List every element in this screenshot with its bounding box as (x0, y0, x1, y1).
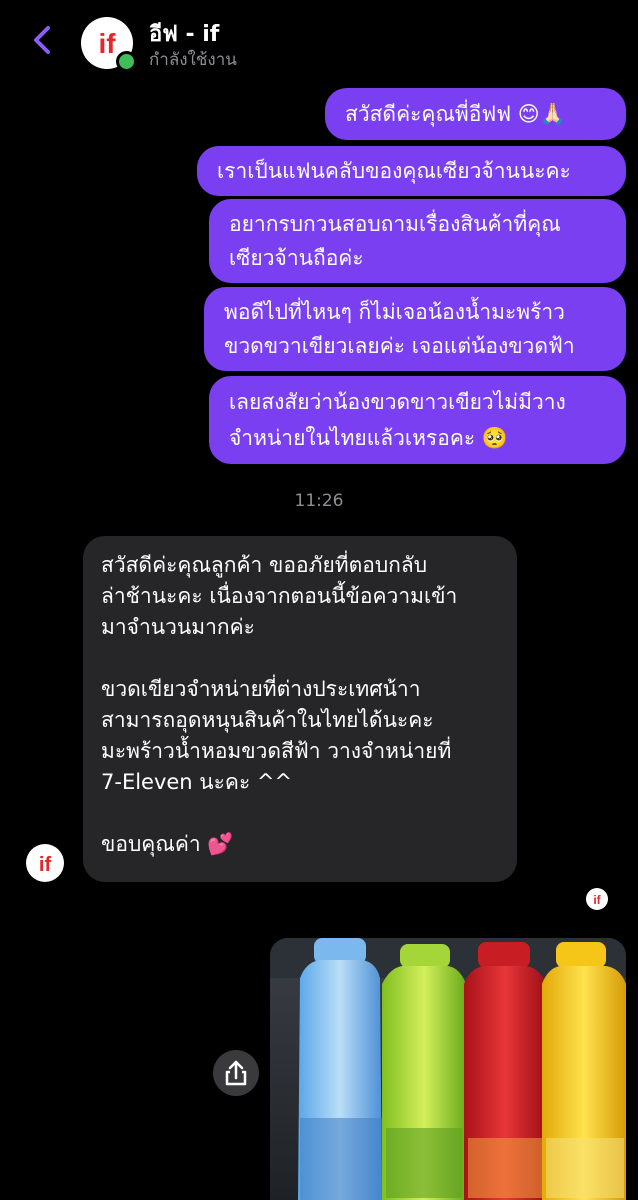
message-text: เราเป็นแฟนคลับของคุณเซียวจ้านนะคะ (217, 159, 571, 183)
message-timestamp: 11:26 (294, 491, 344, 511)
product-bottles-image (270, 938, 626, 1200)
outgoing-message[interactable]: พอดีไปที่ไหนๆ ก็ไม่เจอน้องน้ำมะพร้าว ขวด… (204, 287, 626, 371)
message-line: 7-Eleven นะคะ ^^ (101, 770, 293, 794)
shared-photo[interactable] (270, 938, 626, 1200)
message-line: มาจำนวนมากค่ะ (101, 615, 255, 639)
message-text: ขวดขวาเขียวเลยค่ะ เจอแต่น้องขวดฟ้า (224, 334, 575, 358)
message-text: จำหน่ายในไทยแล้วเหรอคะ 🥺 (229, 426, 508, 450)
back-arrow-icon[interactable] (26, 22, 60, 58)
chat-header: if อีฟ - if กำลังใช้งาน (0, 0, 638, 86)
incoming-message[interactable]: สวัสดีค่ะคุณลูกค้า ขออภัยที่ตอบกลับ ล่าช… (83, 536, 517, 882)
online-status-dot (116, 51, 137, 72)
message-text: พอดีไปที่ไหนๆ ก็ไม่เจอน้องน้ำมะพร้าว (224, 300, 565, 324)
svg-text:if: if (39, 854, 52, 876)
message-line: ล่าช้านะคะ เนื่องจากตอนนี้ข้อความเข้า (101, 584, 458, 608)
svg-text:if: if (593, 893, 601, 907)
message-text: เซียวจ้านถือค่ะ (229, 246, 364, 270)
share-icon (225, 1060, 247, 1086)
message-line: มะพร้าวน้ำหอมขวดสีฟ้า วางจำหน่ายที่ (101, 739, 452, 763)
message-line: สามารถอุดหนุนสินค้าในไทยได้นะคะ (101, 708, 434, 732)
if-logo-icon: if (593, 893, 601, 907)
contact-status: กำลังใช้งาน (149, 50, 237, 70)
message-text: อยากรบกวนสอบถามเรื่องสินค้าที่คุณ (229, 212, 561, 236)
message-line: สวัสดีค่ะคุณลูกค้า ขออภัยที่ตอบกลับ (101, 553, 428, 577)
sender-avatar[interactable]: if (26, 844, 64, 882)
outgoing-message[interactable]: เลยสงสัยว่าน้องขวดขาวเขียวไม่มีวาง จำหน่… (209, 376, 626, 464)
if-logo-icon: if (39, 854, 52, 876)
read-receipt-avatar: if (586, 888, 608, 910)
message-line: ขวดเขียวจำหน่ายที่ต่างประเทศน้าา (101, 677, 421, 701)
message-line: ขอบคุณค่า 💕 (101, 832, 234, 856)
share-button[interactable] (213, 1050, 259, 1096)
outgoing-message[interactable]: สวัสดีค่ะคุณพี่อีฟฟ 😊🙏🏻 (325, 88, 626, 140)
svg-text:if: if (98, 28, 116, 59)
message-text: เลยสงสัยว่าน้องขวดขาวเขียวไม่มีวาง (229, 390, 566, 414)
outgoing-message[interactable]: อยากรบกวนสอบถามเรื่องสินค้าที่คุณ เซียวจ… (209, 199, 626, 283)
outgoing-message[interactable]: เราเป็นแฟนคลับของคุณเซียวจ้านนะคะ (197, 146, 626, 196)
message-text: สวัสดีค่ะคุณพี่อีฟฟ 😊🙏🏻 (345, 102, 566, 126)
